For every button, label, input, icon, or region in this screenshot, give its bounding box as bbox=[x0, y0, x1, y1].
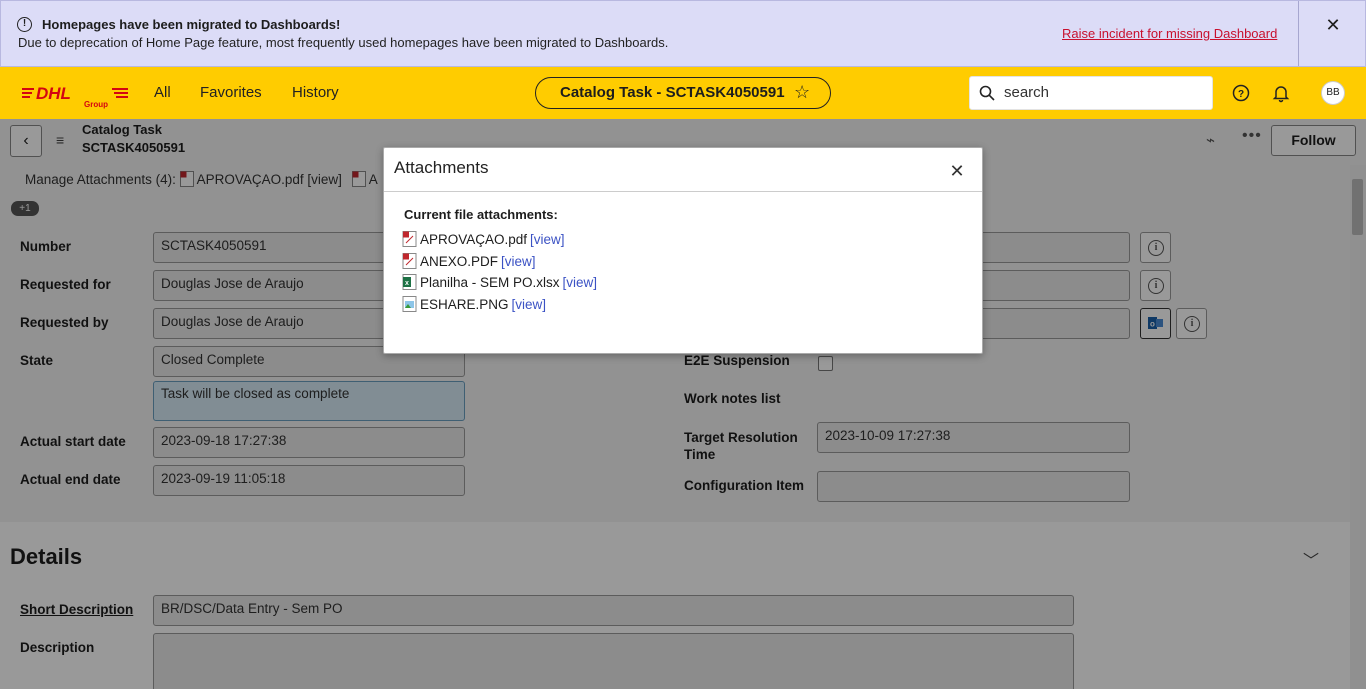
record-title-pill[interactable]: Catalog Task - SCTASK4050591 ☆ bbox=[535, 77, 831, 109]
pdf-icon bbox=[402, 231, 417, 247]
attachments-modal: Attachments ✕ Current file attachments: … bbox=[383, 147, 983, 354]
avatar[interactable]: BB bbox=[1321, 81, 1345, 105]
logo-text: DHL bbox=[36, 84, 71, 103]
pdf-icon bbox=[402, 252, 417, 269]
star-icon[interactable]: ☆ bbox=[794, 82, 810, 103]
list-item: ANEXO.PDF [view] bbox=[402, 252, 597, 275]
view-link[interactable]: [view] bbox=[501, 254, 536, 269]
banner-divider bbox=[1298, 1, 1299, 66]
image-icon bbox=[402, 295, 417, 312]
migration-banner: ! Homepages have been migrated to Dashbo… bbox=[0, 0, 1366, 67]
modal-title: Attachments bbox=[394, 158, 489, 177]
attachment-name[interactable]: ANEXO.PDF bbox=[420, 254, 498, 269]
record-title: Catalog Task - SCTASK4050591 bbox=[560, 84, 785, 101]
banner-message: Due to deprecation of Home Page feature,… bbox=[18, 35, 669, 50]
list-item: ESHARE.PNG [view] bbox=[402, 295, 597, 318]
view-link[interactable]: [view] bbox=[512, 297, 547, 312]
attachments-subtitle: Current file attachments: bbox=[404, 207, 558, 222]
global-search[interactable] bbox=[969, 76, 1213, 110]
logo-sub: Group bbox=[84, 100, 108, 109]
attachment-name[interactable]: APROVAÇAO.pdf bbox=[420, 232, 527, 247]
view-link[interactable]: [view] bbox=[530, 232, 565, 247]
attachment-name[interactable]: Planilha - SEM PO.xlsx bbox=[420, 275, 560, 290]
attachment-name[interactable]: ESHARE.PNG bbox=[420, 297, 509, 312]
attachment-list: APROVAÇAO.pdf [view] ANEXO.PDF [view] x Pla… bbox=[402, 231, 597, 317]
close-icon[interactable]: ✕ bbox=[1321, 13, 1345, 37]
list-item: APROVAÇAO.pdf [view] bbox=[402, 231, 597, 253]
modal-divider bbox=[384, 191, 982, 192]
close-icon[interactable]: ✕ bbox=[946, 160, 968, 182]
banner-title: Homepages have been migrated to Dashboar… bbox=[42, 17, 341, 32]
list-item: x Planilha - SEM PO.xlsx [view] bbox=[402, 274, 597, 296]
dhl-logo[interactable]: DHL Group bbox=[22, 80, 128, 110]
app-header: DHL Group All Favorites History Catalog … bbox=[0, 67, 1366, 119]
svg-text:x: x bbox=[405, 280, 409, 287]
view-link[interactable]: [view] bbox=[563, 275, 598, 290]
nav-all[interactable]: All bbox=[154, 84, 171, 101]
nav-history[interactable]: History bbox=[292, 84, 339, 101]
nav-favorites[interactable]: Favorites bbox=[200, 84, 262, 101]
bell-icon[interactable] bbox=[1271, 83, 1291, 103]
raise-incident-link[interactable]: Raise incident for missing Dashboard bbox=[1062, 26, 1277, 41]
svg-text:?: ? bbox=[1238, 89, 1244, 100]
excel-icon: x bbox=[402, 274, 417, 290]
search-input[interactable] bbox=[1004, 84, 1204, 101]
search-icon bbox=[979, 85, 995, 101]
info-icon: ! bbox=[17, 17, 32, 32]
help-icon[interactable]: ? bbox=[1231, 83, 1251, 103]
